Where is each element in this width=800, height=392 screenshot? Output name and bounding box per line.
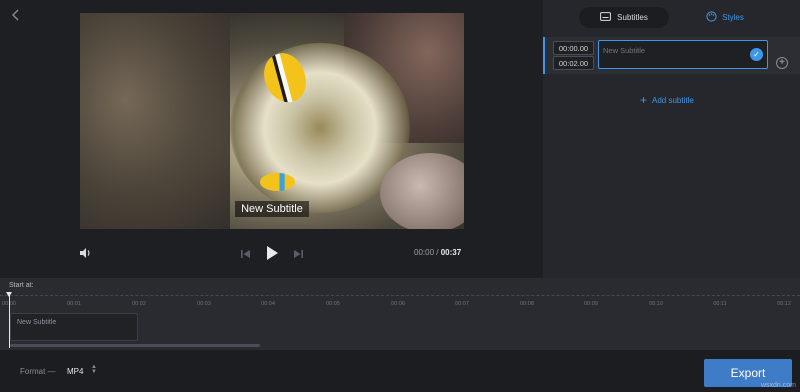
subtitle-overlay-text: New Subtitle bbox=[235, 201, 309, 217]
add-row-plus-icon[interactable]: + bbox=[776, 57, 788, 69]
app-window: New Subtitle 00:00 / 00:37 Subtitles Sty… bbox=[0, 0, 800, 392]
time-total: 00:37 bbox=[440, 248, 462, 257]
video-preview[interactable]: New Subtitle bbox=[80, 13, 464, 229]
format-select[interactable]: MP4 bbox=[67, 367, 83, 376]
player-area: New Subtitle 00:00 / 00:37 bbox=[0, 0, 543, 278]
ruler-tick: 00:06 bbox=[391, 301, 405, 307]
ruler-tick: 00:01 bbox=[67, 301, 81, 307]
subtitle-text-field[interactable]: ✓ bbox=[598, 40, 768, 69]
volume-icon[interactable] bbox=[78, 246, 92, 260]
subtitles-panel: Subtitles Styles 00:00.00 00:02.00 ✓ + +… bbox=[543, 0, 800, 278]
subtitle-clip[interactable]: New Subtitle bbox=[10, 313, 138, 341]
add-subtitle-label: Add subtitle bbox=[652, 95, 694, 105]
ruler-tick: 00:08 bbox=[520, 301, 534, 307]
tab-subtitles-label: Subtitles bbox=[617, 13, 648, 22]
updown-chevron-icon[interactable]: ▲ ▼ bbox=[91, 364, 97, 375]
ruler-tick: 00:04 bbox=[261, 301, 275, 307]
video-frame-small-fish bbox=[260, 173, 295, 191]
ruler-tick: 00:03 bbox=[197, 301, 211, 307]
video-frame-coral-left bbox=[80, 13, 230, 229]
time-separator: / bbox=[436, 248, 439, 257]
subtitles-icon bbox=[600, 12, 612, 23]
palette-icon bbox=[706, 11, 717, 24]
tab-styles-label: Styles bbox=[722, 13, 744, 22]
check-icon[interactable]: ✓ bbox=[750, 48, 763, 61]
ruler-tick: 00:12 bbox=[777, 301, 791, 307]
tab-subtitles[interactable]: Subtitles bbox=[579, 7, 669, 28]
ruler-line bbox=[0, 295, 800, 296]
timeline-scrollbar[interactable] bbox=[10, 344, 260, 347]
play-icon[interactable] bbox=[265, 245, 279, 261]
start-at-label: Start at: bbox=[9, 282, 34, 289]
tab-styles[interactable]: Styles bbox=[695, 7, 755, 28]
subtitle-start-time[interactable]: 00:00.00 bbox=[553, 41, 594, 55]
ruler-tick: 00:05 bbox=[326, 301, 340, 307]
playhead[interactable] bbox=[6, 292, 12, 348]
skip-forward-icon[interactable] bbox=[292, 247, 304, 259]
ruler-tick: 00:10 bbox=[649, 301, 663, 307]
add-subtitle-button[interactable]: + Add subtitle bbox=[640, 94, 694, 106]
skip-back-icon[interactable] bbox=[240, 247, 252, 259]
subtitle-text-input[interactable] bbox=[603, 46, 743, 55]
watermark: wsxdn.com bbox=[760, 382, 796, 389]
timeline[interactable]: Start at: 00:00 00:01 00:02 00:03 00:04 … bbox=[0, 278, 800, 350]
ruler-tick: 00:11 bbox=[713, 301, 727, 307]
time-current: 00:00 bbox=[414, 248, 435, 257]
ruler-tick: 00:07 bbox=[455, 301, 469, 307]
ruler-tick: 00:02 bbox=[132, 301, 146, 307]
format-label: Format — bbox=[20, 367, 56, 376]
back-arrow-icon[interactable] bbox=[9, 8, 23, 22]
subtitle-end-time[interactable]: 00:02.00 bbox=[553, 56, 594, 70]
ruler-tick: 00:09 bbox=[584, 301, 598, 307]
plus-icon: + bbox=[640, 93, 648, 107]
subtitle-row[interactable]: 00:00.00 00:02.00 ✓ bbox=[543, 37, 800, 74]
subtitle-overlay: New Subtitle bbox=[80, 199, 464, 217]
time-display: 00:00 / 00:37 bbox=[414, 248, 461, 257]
subtitle-clip-label: New Subtitle bbox=[17, 319, 57, 326]
bottom-bar: Format — MP4 ▲ ▼ Export wsxdn.com bbox=[0, 350, 800, 392]
